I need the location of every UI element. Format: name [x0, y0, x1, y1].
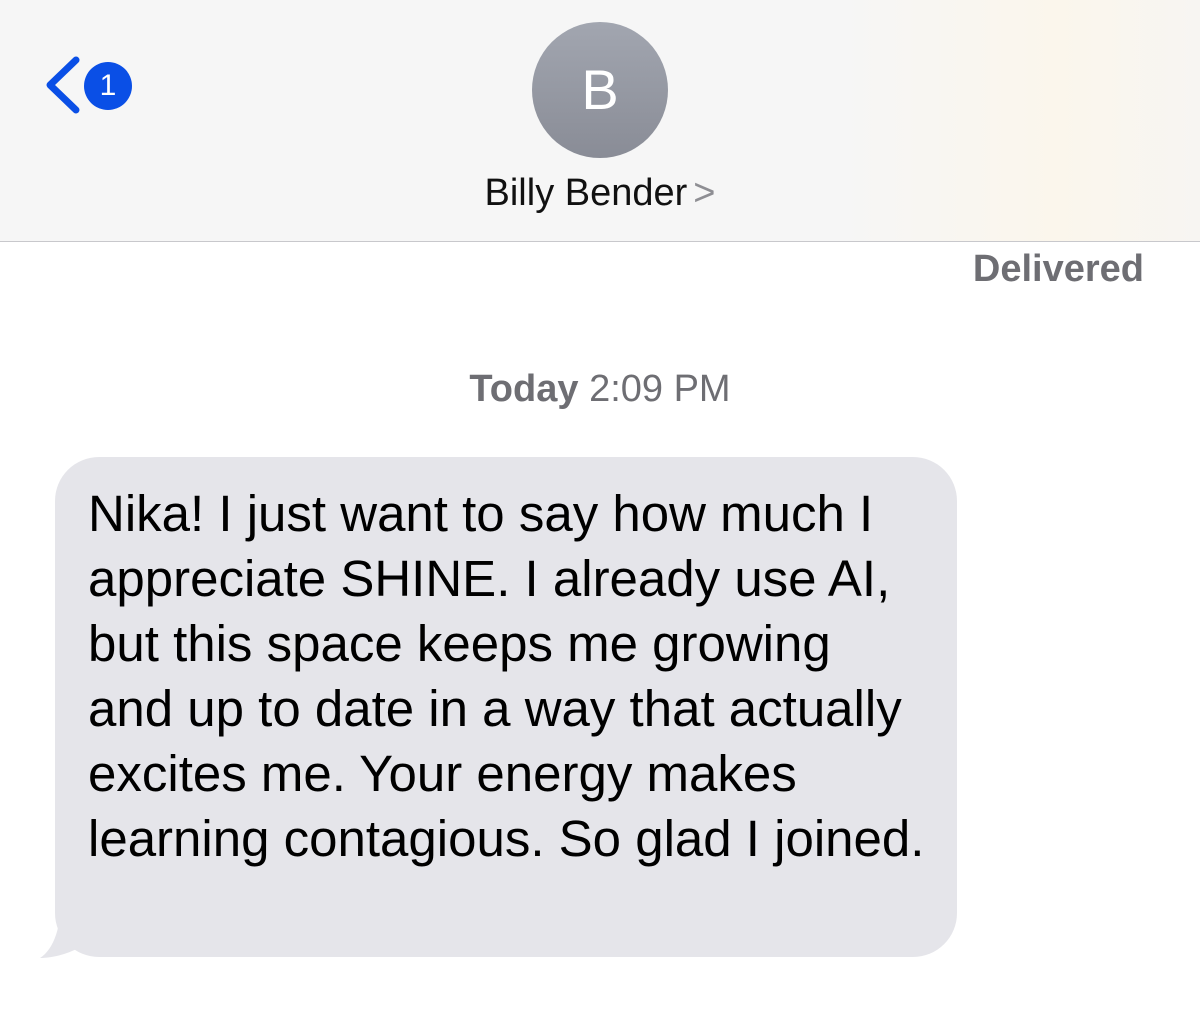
contact-avatar[interactable]: B	[532, 22, 668, 158]
timestamp-day: Today	[469, 368, 579, 410]
contact-name: Billy Bender	[484, 172, 688, 214]
back-button[interactable]: 1	[40, 54, 140, 116]
contact-name-button[interactable]: Billy Bender >	[0, 172, 1200, 215]
incoming-message[interactable]: Nika! I just want to say how much I appr…	[40, 457, 958, 959]
message-bubble: Nika! I just want to say how much I appr…	[55, 457, 957, 957]
delivery-status: Delivered	[972, 248, 1144, 290]
chevron-left-icon	[46, 56, 80, 114]
chevron-right-icon: >	[693, 172, 716, 214]
timestamp-time: 2:09 PM	[589, 368, 731, 410]
message-text: Nika! I just want to say how much I appr…	[88, 485, 925, 867]
unread-count-badge: 1	[84, 62, 132, 110]
conversation-header: 1 B Billy Bender >	[0, 0, 1200, 242]
message-timestamp: Today 2:09 PM	[0, 368, 1200, 411]
